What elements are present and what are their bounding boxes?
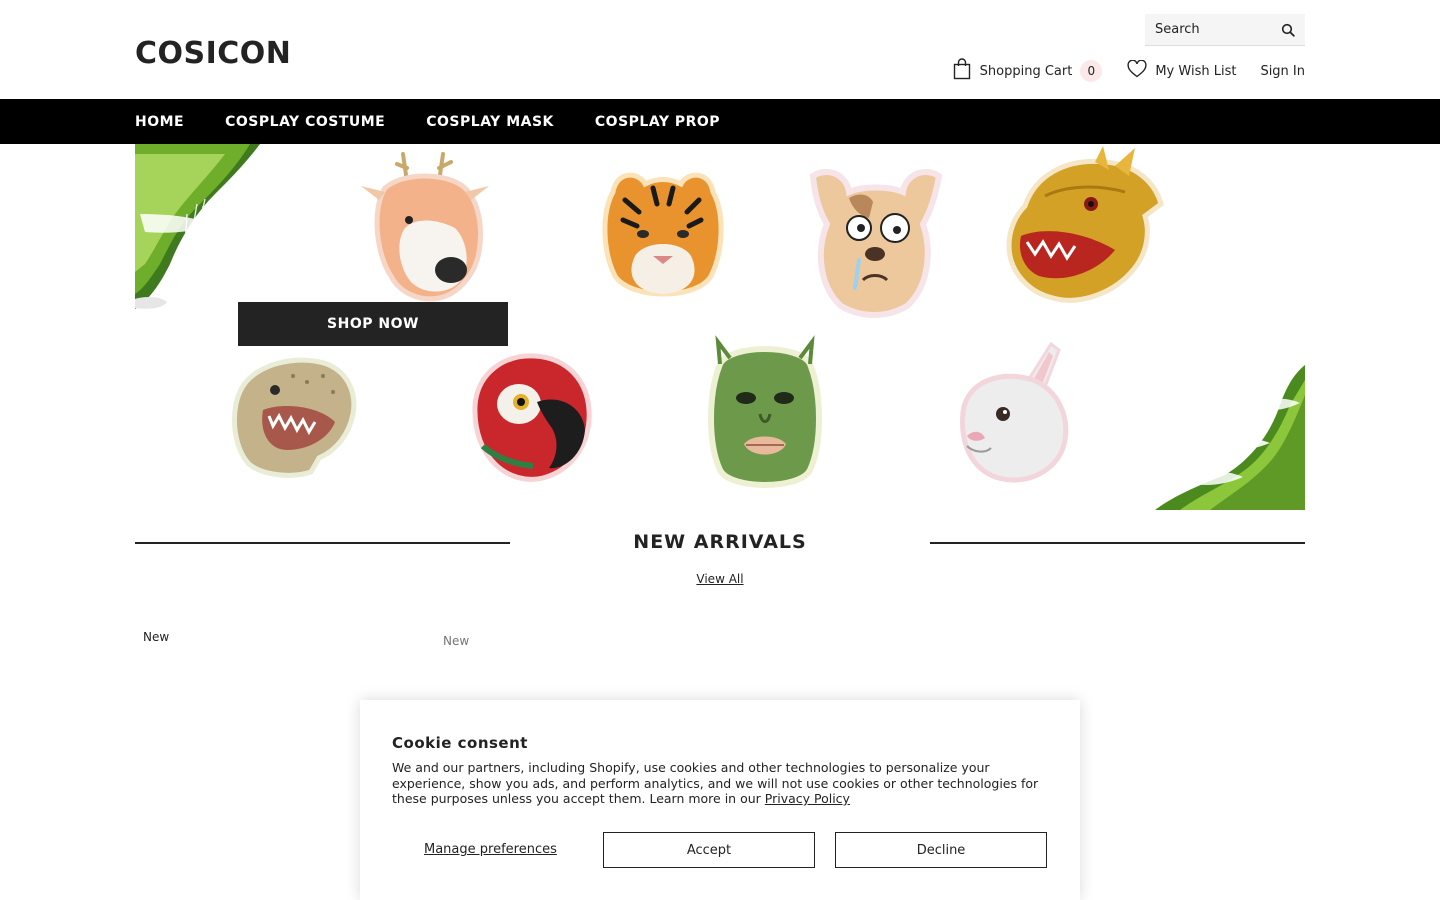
- signin-link[interactable]: Sign In: [1260, 64, 1305, 79]
- dragon-mask-image[interactable]: [995, 146, 1165, 316]
- nav-item-cosplay-mask[interactable]: COSPLAY MASK: [426, 114, 554, 130]
- search-input[interactable]: [1145, 14, 1275, 45]
- shop-now-button[interactable]: SHOP NOW: [238, 302, 508, 346]
- tiger-mask-image[interactable]: [595, 160, 730, 310]
- dog-mask-image[interactable]: [803, 158, 948, 320]
- search-icon[interactable]: [1281, 22, 1297, 38]
- wishlist-label: My Wish List: [1155, 63, 1237, 79]
- shopping-cart-link[interactable]: Shopping Cart 0: [953, 58, 1103, 84]
- shopping-bag-icon: [953, 58, 971, 84]
- cookie-consent-dialog: Cookie consent We and our partners, incl…: [360, 700, 1080, 900]
- nav-item-home[interactable]: HOME: [135, 114, 184, 130]
- green-leaf-decoration-top-left: [135, 144, 260, 309]
- new-arrivals-heading: NEW ARRIVALS: [633, 531, 807, 553]
- cart-label: Shopping Cart: [979, 63, 1073, 79]
- site-logo[interactable]: COSICON: [135, 36, 291, 71]
- section-divider-right: [930, 542, 1305, 544]
- fish-man-mask-image[interactable]: [700, 334, 830, 499]
- view-all-link[interactable]: View All: [620, 572, 820, 586]
- green-leaf-decoration-bottom-right: [1155, 365, 1305, 510]
- search-box: [1145, 14, 1305, 46]
- parrot-mask-image[interactable]: [463, 346, 598, 486]
- rabbit-mask-image[interactable]: [943, 342, 1078, 487]
- manage-preferences-link[interactable]: Manage preferences: [424, 842, 557, 857]
- nav-item-cosplay-costume[interactable]: COSPLAY COSTUME: [225, 114, 385, 130]
- new-badge: New: [143, 630, 170, 644]
- privacy-policy-link[interactable]: Privacy Policy: [765, 791, 850, 806]
- site-header: COSICON Shopping Cart 0 My Wish List Sig…: [0, 0, 1440, 99]
- dinosaur-mask-image[interactable]: [223, 346, 363, 486]
- main-navigation: HOME COSPLAY COSTUME COSPLAY MASK COSPLA…: [0, 99, 1440, 144]
- new-badge: New: [443, 634, 470, 648]
- accept-button[interactable]: Accept: [603, 832, 815, 868]
- hero-banner[interactable]: SHOP NOW: [135, 144, 1305, 510]
- cookie-text: We and our partners, including Shopify, …: [392, 760, 1052, 807]
- section-divider-left: [135, 542, 510, 544]
- header-links: Shopping Cart 0 My Wish List Sign In: [953, 58, 1305, 84]
- cart-count-badge: 0: [1080, 60, 1103, 82]
- signin-label: Sign In: [1260, 63, 1305, 79]
- cookie-body: We and our partners, including Shopify, …: [392, 760, 1039, 806]
- cookie-title: Cookie consent: [392, 734, 528, 752]
- heart-icon: [1127, 59, 1147, 82]
- nav-item-cosplay-prop[interactable]: COSPLAY PROP: [595, 114, 720, 130]
- decline-button[interactable]: Decline: [835, 832, 1047, 868]
- wishlist-link[interactable]: My Wish List: [1127, 59, 1237, 82]
- deer-mask-image[interactable]: [355, 148, 495, 303]
